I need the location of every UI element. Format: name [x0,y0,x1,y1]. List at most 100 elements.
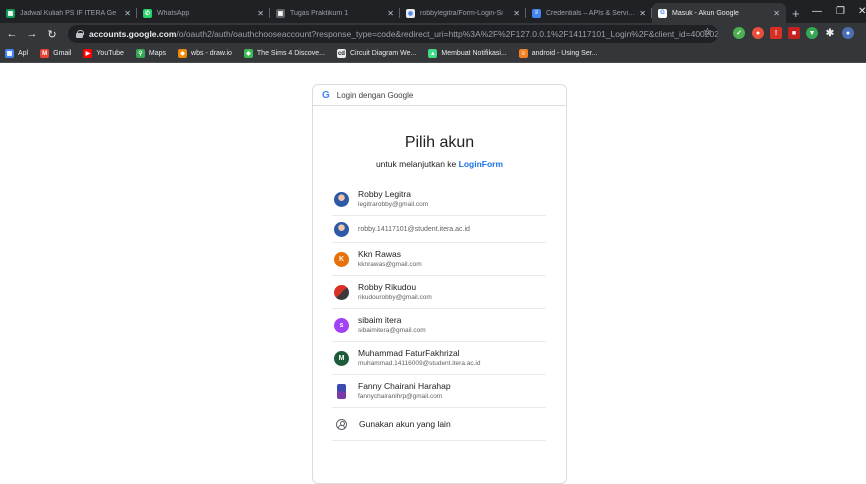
account-text: Fanny Chairani Harahap fannychairanihrp@g… [358,381,451,401]
account-row[interactable]: M Muhammad FaturFakhrizal muhammad.1411600… [332,342,546,375]
tab-3[interactable]: ▣ Tugas Praktikum 1 ✕ [270,3,400,23]
tab-close-icon[interactable]: ✕ [513,9,520,18]
tab-6[interactable]: G Masuk - Akun Google ✕ [652,3,786,23]
extension-icon-3[interactable]: ! [770,27,782,39]
tab-close-icon[interactable]: ✕ [639,9,646,18]
bookmark-item[interactable]: ▲ Membuat Notifikasi... [428,49,507,58]
bookmark-label: Membuat Notifikasi... [441,50,507,57]
bookmark-label: Maps [148,50,167,57]
google-g-icon: G [322,89,330,101]
account-text: Kkn Rawas kknrawas@gmail.com [358,249,422,269]
account-email: legitrarobby@gmail.com [358,201,429,208]
drawio-icon: ◆ [178,49,188,58]
tab-close-icon[interactable]: ✕ [124,9,131,18]
maps-icon: ⚲ [135,49,145,58]
account-text: sibaim itera sibaimitera@gmail.com [358,315,426,335]
forward-icon[interactable]: → [22,28,42,40]
bookmark-label: YouTube [96,50,124,57]
bookmark-item[interactable]: ◆ The Sims 4 Discove... [243,49,325,58]
tab-label: Credentials – APIs & Service [546,9,636,17]
account-avatar: K [334,251,349,267]
use-another-account-button[interactable]: Gunakan akun yang lain [332,408,546,441]
account-circle-icon [336,418,347,430]
sims-icon: ◆ [243,49,253,58]
account-name: Fanny Chairani Harahap [358,381,451,391]
account-row[interactable]: robby.14117101@student.itera.ac.id [332,216,546,243]
apps-icon: ▦ [5,49,14,58]
lock-icon [76,30,84,38]
subtitle-prefix: untuk melanjutkan ke [375,159,457,169]
youtube-icon: ▶ [83,49,93,58]
account-name: Muhammad FaturFakhrizal [358,348,460,358]
new-tab-button[interactable]: + [792,3,800,23]
bookmark-label: Apl [18,50,29,57]
address-bar[interactable]: accounts.google.com/o/oauth2/auth/oauthc… [68,25,718,43]
account-row[interactable]: Fanny Chairani Harahap fannychairanihrp@g… [332,375,546,408]
account-avatar [334,284,349,300]
gmail-icon: M [40,49,50,58]
tab-1[interactable]: ▦ Jadwal Kuliah PS IF ITERA Ge ✕ [0,3,137,23]
bookmark-item[interactable]: ▶ YouTube [83,49,124,58]
back-icon[interactable]: ← [2,28,22,40]
puzzle-icon[interactable]: ✱ [824,27,836,39]
account-name: Robby Rikudou [358,282,417,292]
account-email: sibaimitera@gmail.com [358,327,426,334]
tab-2[interactable]: ✆ WhatsApp ✕ [137,3,270,23]
tab-5[interactable]: ≡ Credentials – APIs & Service ✕ [526,3,652,23]
card-header: G Login dengan Google [313,85,566,106]
account-email: robby.14117101@student.itera.ac.id [358,225,470,233]
account-email: muhammad.14116009@student.itera.ac.id [358,360,481,367]
account-row[interactable]: s sibaim itera sibaimitera@gmail.com [332,309,546,342]
account-email: fannychairanihrp@gmail.com [358,393,443,400]
tab-favicon-icon: ▣ [276,8,285,18]
bookmark-item[interactable]: cd Circuit Diagram We... [336,49,416,58]
page-title: Pilih akun [404,134,475,151]
extension-icon-2[interactable]: ● [752,27,764,39]
bookmark-star-icon[interactable]: ☆ [703,27,712,38]
tab-label: robbylegitra/Form-Login-Si [420,9,503,17]
bookmark-label: android - Using Ser... [531,50,598,57]
account-text: Muhammad FaturFakhrizal muhammad.14116009… [358,348,480,368]
account-name: Robby Legitra [358,189,411,199]
account-text: robby.14117101@student.itera.ac.id [358,225,470,234]
avatar[interactable]: ● [842,27,854,39]
account-name: Kkn Rawas [358,249,401,259]
account-avatar: s [334,317,349,333]
tab-favicon-icon: G [658,8,667,18]
tab-strip: ▦ Jadwal Kuliah PS IF ITERA Ge ✕ ✆ WhatsApp ✕… [0,0,866,23]
close-window-button[interactable]: ✕ [858,0,866,23]
bookmark-label: Gmail [53,50,72,57]
account-row[interactable]: K Kkn Rawas kknrawas@gmail.com [332,243,546,276]
account-email: kknrawas@gmail.com [358,261,422,268]
minimize-button[interactable]: — [812,0,822,23]
tab-close-icon[interactable]: ✕ [773,9,780,18]
bookmark-item[interactable]: ≡ android - Using Ser... [518,49,598,58]
maximize-button[interactable]: ❐ [836,0,845,23]
bookmark-item[interactable]: ▦ Apl [5,49,28,58]
tab-label: WhatsApp [157,9,190,17]
tab-close-icon[interactable]: ✕ [387,9,394,18]
extension-icon-5[interactable]: ▼ [806,27,818,39]
account-row[interactable]: Robby Legitra legitrarobby@gmail.com [332,183,546,216]
stackoverflow-icon: ≡ [518,49,528,58]
bookmark-item[interactable]: M Gmail [40,49,71,58]
tab-4[interactable]: ◉ robbylegitra/Form-Login-Si ✕ [400,3,526,23]
tab-label: Masuk - Akun Google [672,9,739,17]
reload-icon[interactable]: ↻ [42,28,62,41]
app-name-link[interactable]: LoginForm [459,159,503,169]
bookmark-item[interactable]: ⚲ Maps [135,49,167,58]
account-list: Robby Legitra legitrarobby@gmail.com robby… [332,183,546,441]
tab-close-icon[interactable]: ✕ [257,9,264,18]
tab-label: Tugas Praktikum 1 [290,9,349,17]
card-header-text: Login dengan Google [336,90,414,100]
account-avatar [337,383,346,399]
bookmark-item[interactable]: ◆ wbs - draw.io [178,49,232,58]
use-another-account-label: Gunakan akun yang lain [359,419,451,429]
extension-icon-1[interactable]: ✓ [733,27,745,39]
page-subtitle: untuk melanjutkan ke LoginForm [313,159,566,169]
tab-favicon-icon: ✆ [143,8,152,18]
account-row[interactable]: Robby Rikudou rikudourobby@gmail.com [332,276,546,309]
bookmark-label: The Sims 4 Discove... [256,50,325,57]
extension-icon-4[interactable]: ■ [788,27,800,39]
tab-favicon-icon: ≡ [532,8,541,18]
